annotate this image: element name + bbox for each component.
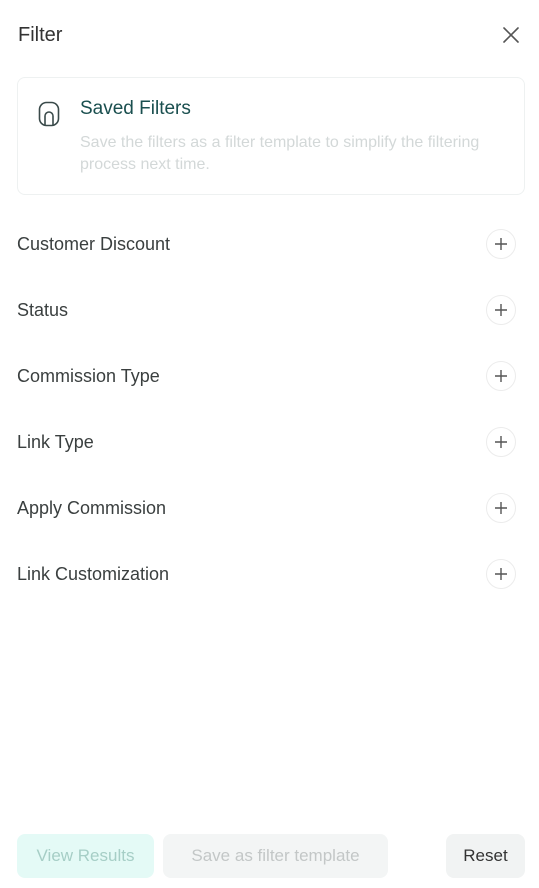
save-template-button[interactable]: Save as filter template [163, 834, 388, 878]
filter-label: Status [17, 299, 69, 320]
close-button[interactable] [499, 23, 523, 47]
filter-label: Customer Discount [17, 233, 171, 254]
filter-status[interactable]: Status [17, 277, 525, 343]
saved-filters-title: Saved Filters [80, 98, 191, 119]
filter-label: Commission Type [17, 365, 160, 386]
plus-icon [495, 238, 507, 250]
plus-icon [495, 502, 507, 514]
expand-button[interactable] [486, 229, 516, 259]
close-icon[interactable] [502, 26, 520, 44]
expand-button[interactable] [486, 361, 516, 391]
plus-icon [495, 370, 507, 382]
filter-list: Customer Discount Status Commission Type… [17, 211, 525, 607]
filter-apply-commission[interactable]: Apply Commission [17, 475, 525, 541]
filter-header: Filter [18, 20, 523, 50]
saved-filters-description: Save the filters as a filter template to… [80, 134, 480, 173]
filter-label: Link Type [17, 431, 94, 452]
filter-link-type[interactable]: Link Type [17, 409, 525, 475]
page-title: Filter [18, 23, 63, 46]
filter-commission-type[interactable]: Commission Type [17, 343, 525, 409]
plus-icon [495, 304, 507, 316]
filter-customer-discount[interactable]: Customer Discount [17, 211, 525, 277]
filter-label: Apply Commission [17, 497, 167, 518]
view-results-button[interactable]: View Results [17, 834, 154, 878]
expand-button[interactable] [486, 427, 516, 457]
expand-button[interactable] [486, 559, 516, 589]
expand-button[interactable] [486, 295, 516, 325]
saved-filters-card[interactable]: Saved Filters Save the filters as a filt… [17, 77, 525, 195]
expand-button[interactable] [486, 493, 516, 523]
plus-icon [495, 436, 507, 448]
filter-label: Link Customization [17, 563, 170, 584]
filter-link-customization[interactable]: Link Customization [17, 541, 525, 607]
reset-button[interactable]: Reset [446, 834, 525, 878]
plus-icon [495, 568, 507, 580]
saved-filter-icon [38, 101, 60, 127]
filter-footer: View Results Save as filter template Res… [17, 834, 525, 878]
